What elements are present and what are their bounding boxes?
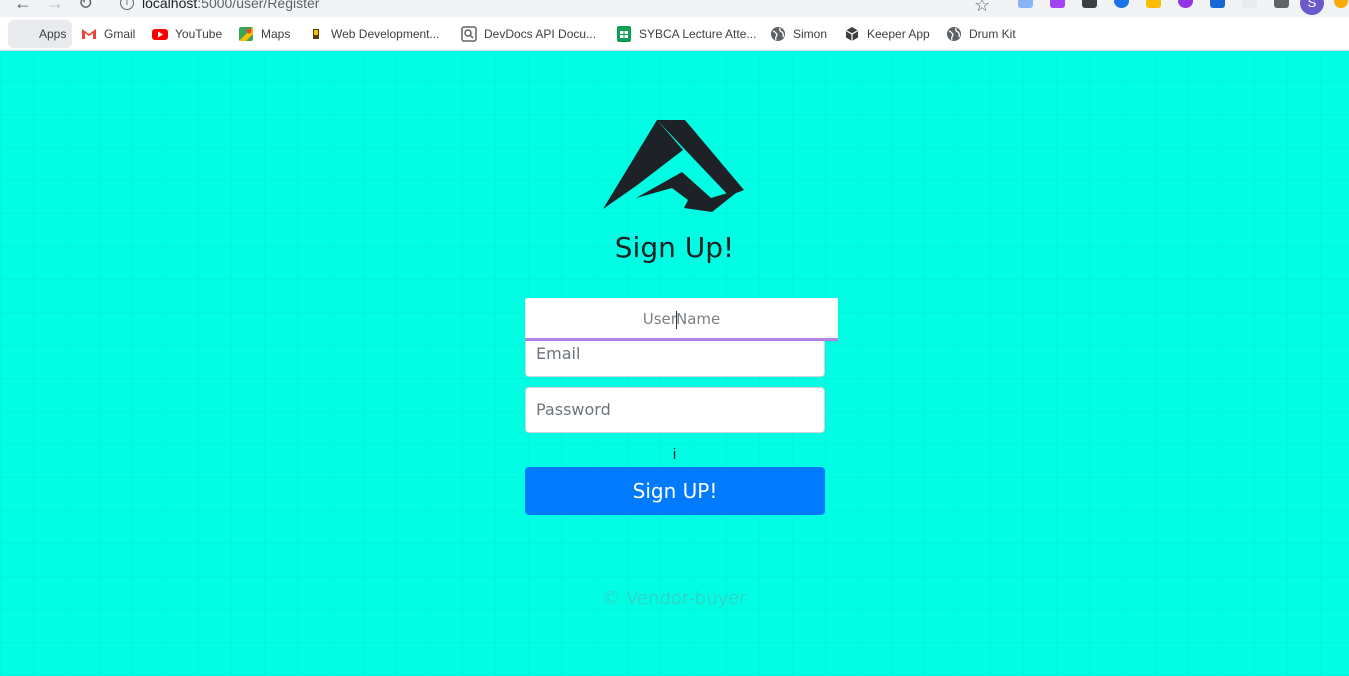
footer-copyright: © Vendor-buyer (602, 588, 747, 609)
brand-logo (603, 120, 744, 212)
signup-button[interactable]: Sign UP! (525, 467, 825, 515)
forward-icon[interactable]: → (46, 0, 64, 12)
bookmark-web-development[interactable]: Web Development... (308, 17, 440, 51)
globe-icon (947, 27, 961, 41)
bookmark-youtube[interactable]: YouTube (152, 17, 222, 51)
update-icon[interactable] (1334, 0, 1348, 8)
bookmark-icon (313, 29, 319, 39)
info-icon[interactable]: i (120, 0, 134, 10)
maps-icon (239, 27, 253, 41)
signup-page: Sign Up! UserName Email Password i Sign … (0, 51, 1349, 676)
bookmark-label: Keeper App (867, 27, 930, 41)
bookmark-sybca[interactable]: SYBCA Lecture Atte... (616, 17, 756, 51)
extension-icon[interactable] (1018, 0, 1033, 8)
username-input[interactable]: UserName (525, 298, 838, 341)
bookmark-keeper-app[interactable]: Keeper App (844, 17, 930, 51)
puzzle-icon[interactable] (1274, 0, 1289, 8)
page-title: Sign Up! (614, 231, 735, 264)
extension-icon[interactable] (1146, 0, 1161, 8)
devdocs-icon (461, 26, 477, 42)
extension-icon[interactable] (1178, 0, 1193, 8)
bookmark-label: DevDocs API Docu... (484, 27, 597, 41)
browser-toolbar: ← → ↻ i localhost:5000/user/Register ☆ S (0, 0, 1349, 17)
youtube-icon (152, 29, 168, 40)
bookmark-label: Simon (793, 27, 828, 41)
address-url: localhost:5000/user/Register (142, 0, 320, 11)
address-bar[interactable]: i localhost:5000/user/Register (108, 0, 1001, 16)
stray-text: i (672, 446, 677, 463)
bookmark-simon[interactable]: Simon (770, 17, 827, 51)
username-placeholder-start: User (642, 310, 677, 328)
bookmark-devdocs[interactable]: DevDocs API Docu... (461, 17, 596, 51)
bookmark-drum-kit[interactable]: Drum Kit (946, 17, 1016, 51)
bookmarks-bar: Apps Gmail YouTube Maps Web Development.… (0, 17, 1349, 51)
bookmark-label: YouTube (175, 27, 223, 41)
extension-icon[interactable] (1242, 0, 1257, 8)
bookmark-apps[interactable]: Apps (8, 20, 73, 48)
email-input[interactable]: Email (525, 341, 825, 377)
bookmark-star-icon[interactable]: ☆ (974, 0, 990, 16)
extension-icon[interactable] (1082, 0, 1097, 8)
bookmark-label: Apps (39, 27, 67, 41)
extension-icon[interactable] (1114, 0, 1129, 8)
password-input[interactable]: Password (525, 387, 825, 433)
bookmark-label: SYBCA Lecture Atte... (639, 27, 757, 41)
extension-icon[interactable] (1050, 0, 1065, 8)
sheets-icon (617, 26, 631, 42)
gmail-icon (82, 29, 96, 39)
bookmark-label: Drum Kit (969, 27, 1016, 41)
bookmark-maps[interactable]: Maps (238, 17, 290, 51)
bookmark-label: Gmail (104, 27, 136, 41)
bookmark-gmail[interactable]: Gmail (81, 17, 135, 51)
globe-icon (771, 27, 785, 41)
bookmark-label: Web Development... (331, 27, 440, 41)
back-icon[interactable]: ← (14, 0, 32, 12)
apps-grid-icon (16, 26, 32, 42)
bookmark-label: Maps (261, 27, 291, 41)
cube-icon (845, 27, 859, 41)
extension-icon[interactable] (1210, 0, 1225, 8)
profile-avatar[interactable]: S (1300, 0, 1324, 15)
username-placeholder-end: Name (675, 310, 721, 328)
reload-icon[interactable]: ↻ (78, 0, 93, 12)
